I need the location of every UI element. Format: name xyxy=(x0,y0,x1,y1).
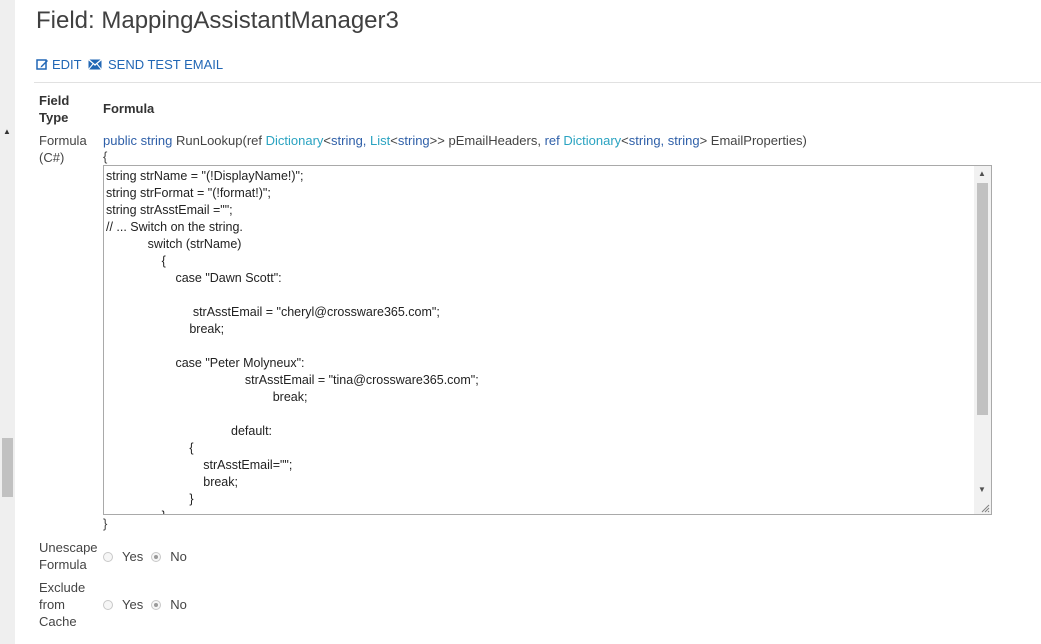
sig-string2: string xyxy=(397,133,430,148)
page-scrollbar-thumb[interactable] xyxy=(2,438,13,497)
sig-dictionary1: Dictionary xyxy=(265,133,324,148)
exclude-no-radio[interactable] xyxy=(151,599,162,610)
exclude-yes-radio[interactable] xyxy=(103,599,113,610)
unescape-no-label: No xyxy=(170,549,187,564)
unescape-formula-radio-group: Yes No xyxy=(103,549,195,564)
sig-string3: string, xyxy=(628,133,665,148)
sig-list: List xyxy=(370,133,391,148)
edit-icon xyxy=(36,59,48,70)
sig-dictionary2: Dictionary xyxy=(563,133,622,148)
scroll-up-arrow-icon[interactable]: ▲ xyxy=(3,127,11,137)
send-test-email-button[interactable]: SEND TEST EMAIL xyxy=(88,57,223,72)
sig-method: RunLookup( xyxy=(176,133,247,148)
editor-scroll-down-icon[interactable]: ▼ xyxy=(978,485,986,494)
sig-public-string: public string xyxy=(103,133,173,148)
sig-string4: string xyxy=(667,133,700,148)
unescape-yes-radio[interactable] xyxy=(103,551,113,562)
sig-gt-end: > EmailProperties) xyxy=(699,133,807,148)
exclude-from-cache-radio-group: Yes No xyxy=(103,597,195,612)
column-header-field-type: Field Type xyxy=(39,93,70,125)
editor-scrollbar[interactable]: ▲ ▼ xyxy=(974,166,991,514)
exclude-no-label: No xyxy=(170,597,187,612)
sig-lt2: < xyxy=(390,133,398,148)
method-signature: public string RunLookup(ref Dictionary<s… xyxy=(103,132,807,149)
formula-code-editor[interactable]: string strName = "(!DisplayName!)"; stri… xyxy=(103,165,992,515)
editor-scrollbar-thumb[interactable] xyxy=(977,183,988,415)
editor-scroll-up-icon[interactable]: ▲ xyxy=(978,169,986,178)
sig-ref2: ref xyxy=(544,133,560,148)
edit-button[interactable]: EDIT xyxy=(36,57,82,72)
sig-lt1: < xyxy=(323,133,332,148)
column-header-formula: Formula xyxy=(103,101,155,116)
resize-handle-icon[interactable] xyxy=(980,503,990,513)
close-brace: } xyxy=(103,516,108,531)
divider xyxy=(34,82,1041,83)
send-test-email-label: SEND TEST EMAIL xyxy=(108,57,224,72)
edit-label: EDIT xyxy=(52,57,82,72)
envelope-icon xyxy=(88,59,102,70)
sig-ref1: ref xyxy=(246,133,262,148)
exclude-from-cache-label: Exclude from Cache xyxy=(39,580,86,629)
unescape-formula-label: Unescape Formula xyxy=(39,540,98,572)
open-brace: { xyxy=(103,149,108,164)
unescape-no-radio[interactable] xyxy=(151,551,162,562)
page-scrollbar[interactable]: ▲ xyxy=(0,0,15,644)
formula-code[interactable]: string strName = "(!DisplayName!)"; stri… xyxy=(106,168,479,514)
formula-row-label: Formula (C#) xyxy=(39,133,87,165)
sig-lt3: < xyxy=(621,133,629,148)
exclude-yes-label: Yes xyxy=(122,597,144,612)
unescape-yes-label: Yes xyxy=(122,549,144,564)
page-title: Field: MappingAssistantManager3 xyxy=(36,7,399,34)
sig-string1: string, xyxy=(331,133,367,148)
sig-gt-gt: >> pEmailHeaders, xyxy=(429,133,541,148)
